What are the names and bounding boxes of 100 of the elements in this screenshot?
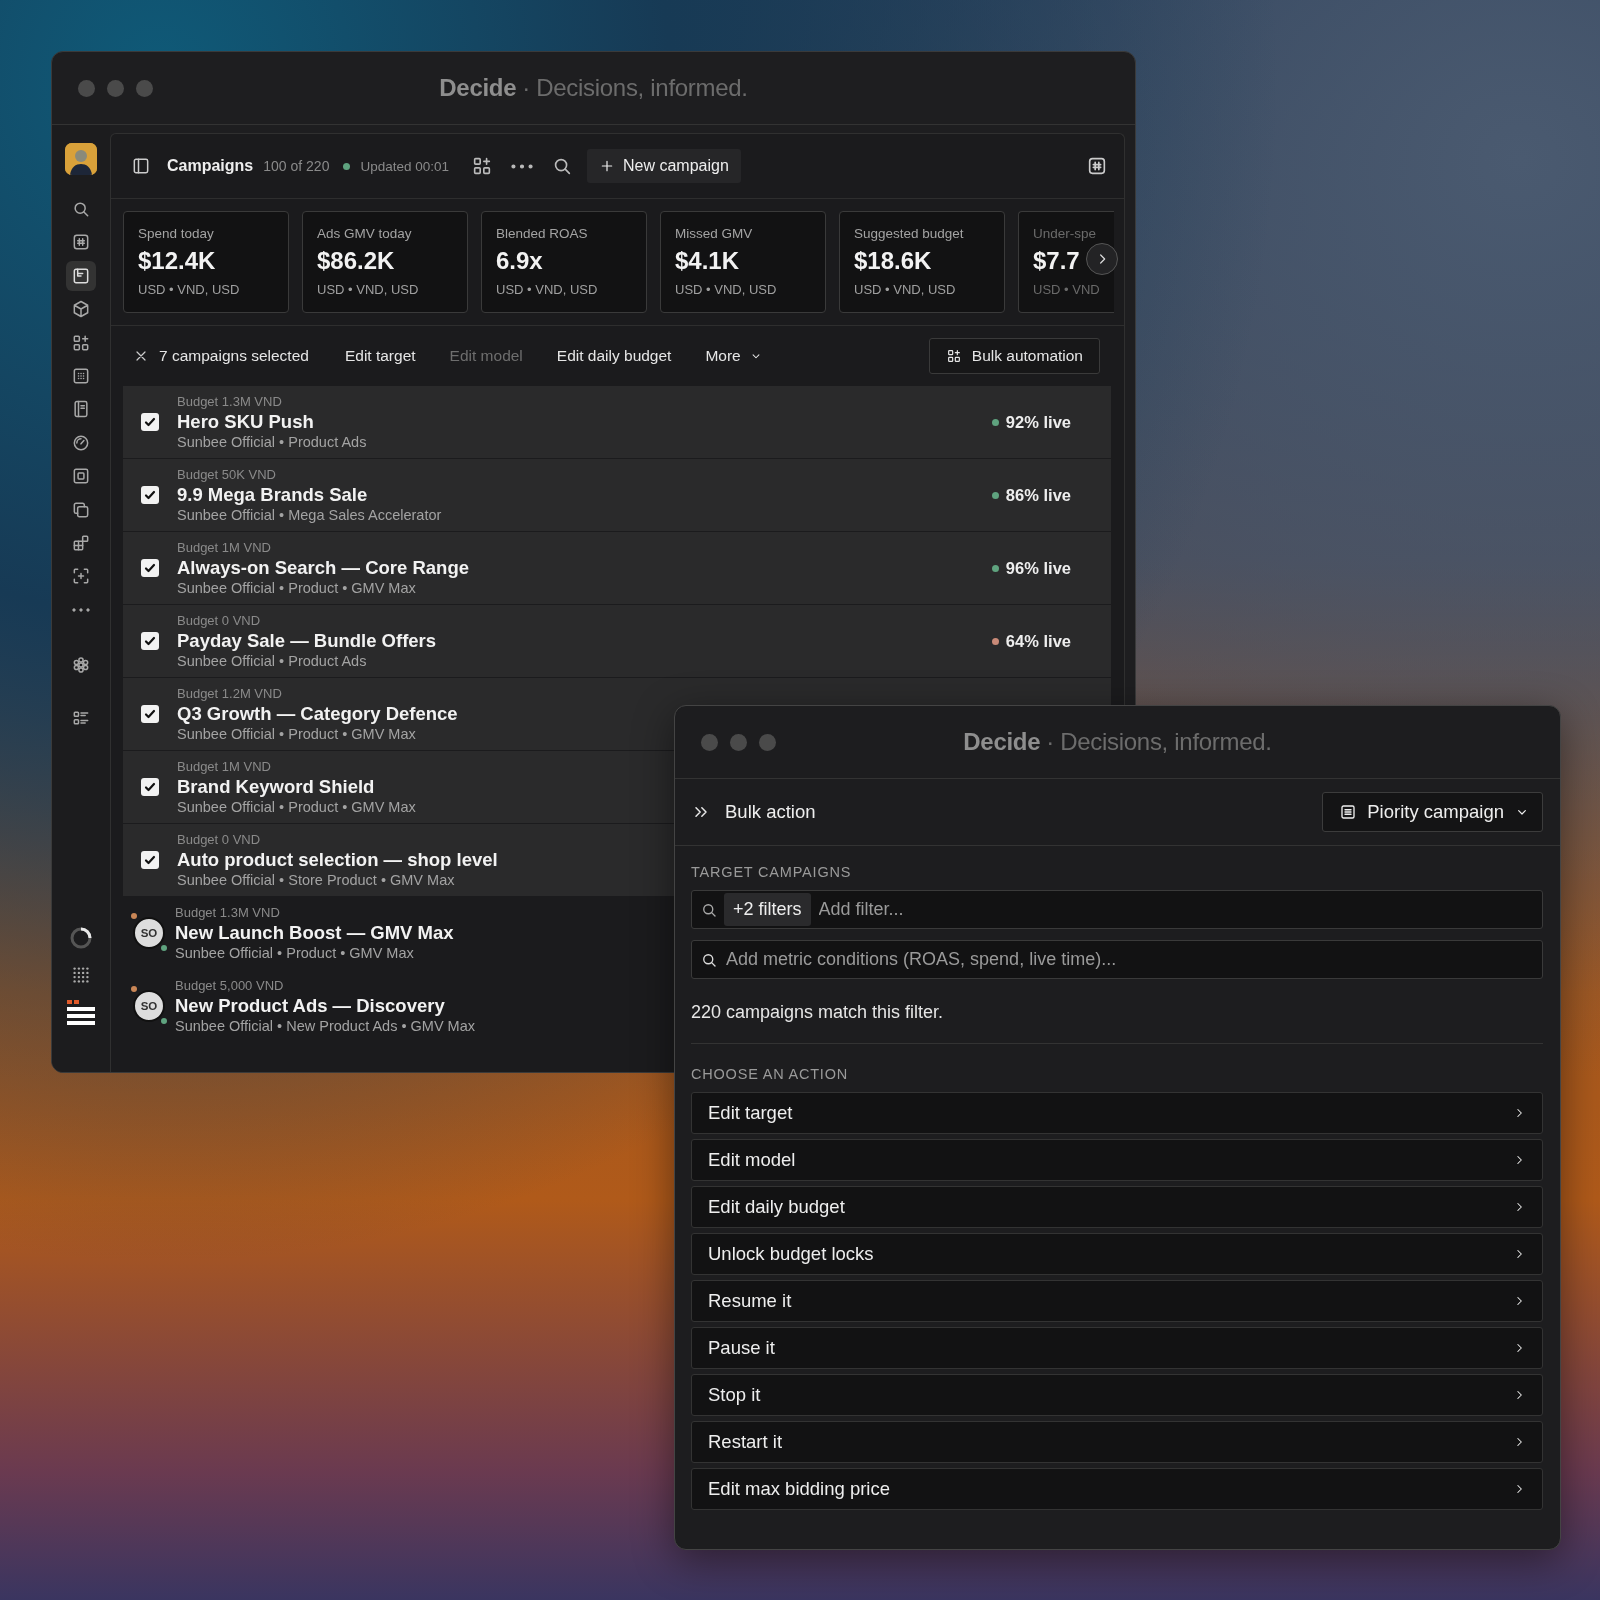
cube-icon — [71, 299, 91, 320]
campaign-meta: Sunbee Official • Product • GMV Max — [177, 799, 416, 815]
kpi-label: Ads GMV today — [317, 226, 413, 241]
live-rate: 92% live — [1005, 412, 1071, 432]
kpi-note: USD • VND, USD — [138, 282, 241, 297]
action-item[interactable]: Edit max bidding price — [691, 1468, 1543, 1510]
status-dot — [131, 986, 137, 992]
list-icon — [1339, 803, 1358, 821]
checkbox[interactable] — [141, 486, 159, 504]
new-campaign-button[interactable]: New campaign — [587, 149, 741, 183]
campaign-name: Always-on Search — Core Range — [177, 557, 469, 579]
sidebar-item[interactable] — [66, 260, 96, 291]
shop-avatar: SO — [133, 990, 165, 1022]
shop-avatar: SO — [133, 917, 165, 949]
kpi-value: $7.7 — [1033, 247, 1081, 275]
live-rate: 86% live — [1005, 485, 1071, 505]
checkbox[interactable] — [141, 705, 159, 723]
sidebar-toggle-icon[interactable] — [131, 156, 151, 176]
window-subtitle: · Decisions, informed. — [522, 74, 748, 102]
status-dot — [161, 945, 167, 951]
metric-input[interactable]: Add metric conditions (ROAS, spend, live time)... — [726, 949, 1534, 970]
checkbox[interactable] — [141, 632, 159, 650]
section-label: CHOOSE AN ACTION — [691, 1066, 850, 1082]
app-logo — [67, 1000, 95, 1026]
action-item[interactable]: Unlock budget locks — [691, 1233, 1543, 1275]
layout-icon[interactable] — [1086, 155, 1108, 177]
kpi-value: $12.4K — [138, 247, 217, 275]
action-item[interactable]: Resume it — [691, 1280, 1543, 1322]
metric-field[interactable]: Add metric conditions (ROAS, spend, live time)... — [691, 940, 1543, 979]
campaign-row[interactable]: Budget 50K VND 9.9 Mega Brands Sale Sunbee Official • Mega Sales Accelerator 86% live — [123, 459, 1111, 531]
checkbox[interactable] — [141, 413, 159, 431]
checkbox[interactable] — [141, 559, 159, 577]
action-item[interactable]: Edit daily budget — [691, 1186, 1543, 1228]
campaign-meta: Sunbee Official • Product • GMV Max — [177, 726, 416, 742]
filter-field[interactable]: +2 filters Add filter... — [691, 890, 1543, 929]
action-item[interactable]: Edit target — [691, 1092, 1543, 1134]
kpi-label: Under-spe — [1033, 226, 1098, 241]
campaign-meta: Sunbee Official • Product • GMV Max — [177, 580, 416, 596]
priority-dropdown[interactable]: Piority campaign — [1322, 792, 1543, 832]
checkbox[interactable] — [141, 851, 159, 869]
kpi-note: USD • VND, USD — [854, 282, 957, 297]
kpi-value: $18.6K — [854, 247, 933, 275]
kpi-note: USD • VND, USD — [317, 282, 420, 297]
more-menu-button[interactable]: More — [693, 347, 775, 365]
budget-label: Budget 50K VND — [177, 467, 276, 482]
status-dot — [161, 1018, 167, 1024]
action-item[interactable]: Pause it — [691, 1327, 1543, 1369]
kpi-label: Spend today — [138, 226, 215, 241]
plus-icon — [599, 158, 615, 174]
action-item[interactable]: Edit model — [691, 1139, 1543, 1181]
budget-label: Budget 1.3M VND — [175, 905, 280, 920]
kpi-note: USD • VND, USD — [675, 282, 778, 297]
more-icon — [71, 607, 91, 612]
page-title: Campaigns — [167, 157, 254, 175]
more-icon — [511, 163, 533, 169]
kpi-label: Blended ROAS — [496, 226, 589, 241]
kpi-value: $4.1K — [675, 247, 741, 275]
filter-input[interactable]: Add filter... — [818, 899, 1534, 920]
campaign-meta: Sunbee Official • Product • GMV Max — [175, 945, 414, 961]
checkmark-icon — [144, 562, 156, 574]
budget-label: Budget 1M VND — [177, 759, 271, 774]
panel-title: Bulk action — [725, 801, 816, 823]
kpi-note: USD • VND — [1033, 282, 1100, 297]
campaign-row[interactable]: Budget 1M VND Always-on Search — Core Range Sunbee Official • Product • GMV Max 96% live — [123, 532, 1111, 604]
kpi-value: 6.9x — [496, 247, 544, 275]
budget-label: Budget 1.3M VND — [177, 394, 282, 409]
bulk-automation-button[interactable]: Bulk automation — [928, 338, 1100, 374]
checkbox[interactable] — [141, 778, 159, 796]
campaign-name: Payday Sale — Bundle Offers — [177, 630, 437, 652]
kpi-label: Suggested budget — [854, 226, 965, 241]
selection-count: 7 campaigns selected — [159, 347, 309, 365]
spinner-icon — [69, 926, 93, 950]
campaign-name: Q3 Growth — Category Defence — [177, 703, 458, 725]
book-icon — [71, 399, 91, 420]
action-item[interactable]: Restart it — [691, 1421, 1543, 1463]
campaign-row[interactable]: Budget 1.3M VND Hero SKU Push Sunbee Official • Product Ads 92% live — [123, 386, 1111, 458]
checkmark-icon — [144, 708, 156, 720]
campaign-meta: Sunbee Official • New Product Ads • GMV Max — [175, 1018, 475, 1034]
campaign-row[interactable]: Budget 0 VND Payday Sale — Bundle Offers Sunbee Official • Product Ads 64% live — [123, 605, 1111, 677]
keypad-icon[interactable] — [70, 964, 92, 986]
checkmark-icon — [144, 489, 156, 501]
checkmark-icon — [144, 635, 156, 647]
budget-label: Budget 5,000 VND — [175, 978, 284, 993]
action-link[interactable]: Edit daily budget — [544, 347, 684, 365]
kpi-note: USD • VND, USD — [496, 282, 599, 297]
campaign-name: New Launch Boost — GMV Max — [175, 922, 454, 944]
action-link[interactable]: Edit target — [332, 347, 428, 365]
budget-label: Budget 1M VND — [177, 540, 271, 555]
checkmark-icon — [144, 781, 156, 793]
user-avatar[interactable] — [65, 143, 97, 175]
search-icon — [71, 199, 91, 219]
live-rate: 64% live — [1005, 631, 1071, 651]
campaign-meta: Sunbee Official • Store Product • GMV Max — [177, 872, 455, 888]
filter-chip[interactable]: +2 filters — [724, 893, 811, 926]
section-label: TARGET CAMPAIGNS — [691, 864, 853, 880]
action-item[interactable]: Stop it — [691, 1374, 1543, 1416]
campaign-name: 9.9 Mega Brands Sale — [177, 484, 368, 506]
updated-time: Updated 00:01 — [360, 158, 449, 174]
campaign-meta: Sunbee Official • Mega Sales Accelerator — [177, 507, 442, 523]
status-dot — [131, 913, 137, 919]
